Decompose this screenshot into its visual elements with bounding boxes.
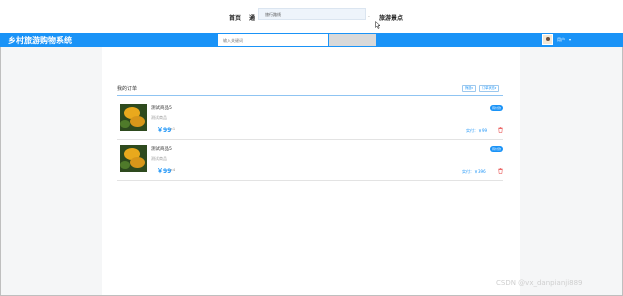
product-category: 测试商品 — [151, 156, 167, 161]
watermark: CSDN @vx_danpianji889 — [496, 279, 583, 287]
product-image[interactable] — [120, 145, 147, 172]
orders-title: 我的订单 — [117, 86, 138, 92]
nav-item-partial[interactable]: 通 — [249, 13, 255, 22]
status-badge[interactable]: 待付款 — [490, 146, 504, 152]
paid-amount: 实付：￥99 — [466, 128, 488, 133]
product-category: 测试商品 — [151, 115, 167, 120]
page-background-right — [520, 47, 622, 295]
order-row[interactable]: 测试商品5 测试商品 ￥99 ×1 待付款 实付：￥99 — [117, 100, 504, 140]
product-quantity: ×4 — [170, 168, 176, 172]
avatar[interactable] — [542, 34, 553, 45]
dropdown-item-route[interactable]: 旅行路线 — [265, 12, 281, 18]
nav-dropdown-menu: 旅行路线 — [258, 8, 366, 20]
site-header: 乡村旅游购物系统 用户 ▾ — [0, 33, 623, 47]
trash-icon[interactable] — [498, 127, 503, 133]
cursor-icon — [375, 21, 381, 29]
paid-amount: 实付：￥396 — [462, 169, 486, 174]
search-button[interactable] — [329, 34, 376, 46]
top-nav: 首页 通 旅游景点 旅行路线 - — [0, 0, 623, 33]
page-background-left — [1, 47, 102, 295]
order-row[interactable]: 测试商品5 测试商品 ￥99 ×4 待付款 实付：￥396 — [117, 141, 504, 181]
order-status-filter-button[interactable]: 订单状态▾ — [479, 85, 500, 92]
site-title[interactable]: 乡村旅游购物系统 — [8, 35, 72, 46]
filter-button[interactable]: 筛选▾ — [462, 85, 476, 92]
chevron-down-icon[interactable]: ▾ — [569, 37, 571, 42]
product-image[interactable] — [120, 104, 147, 131]
section-divider — [117, 95, 503, 96]
status-badge[interactable]: 待付款 — [490, 105, 504, 111]
nav-item-home[interactable]: 首页 — [229, 13, 241, 22]
product-quantity: ×1 — [170, 127, 176, 131]
search-input[interactable] — [218, 34, 328, 46]
product-name[interactable]: 测试商品5 — [151, 146, 172, 152]
nav-separator: - — [368, 14, 370, 20]
product-name[interactable]: 测试商品5 — [151, 105, 172, 111]
user-name[interactable]: 用户 — [557, 37, 565, 43]
trash-icon[interactable] — [498, 168, 503, 174]
nav-item-attractions[interactable]: 旅游景点 — [379, 13, 403, 22]
